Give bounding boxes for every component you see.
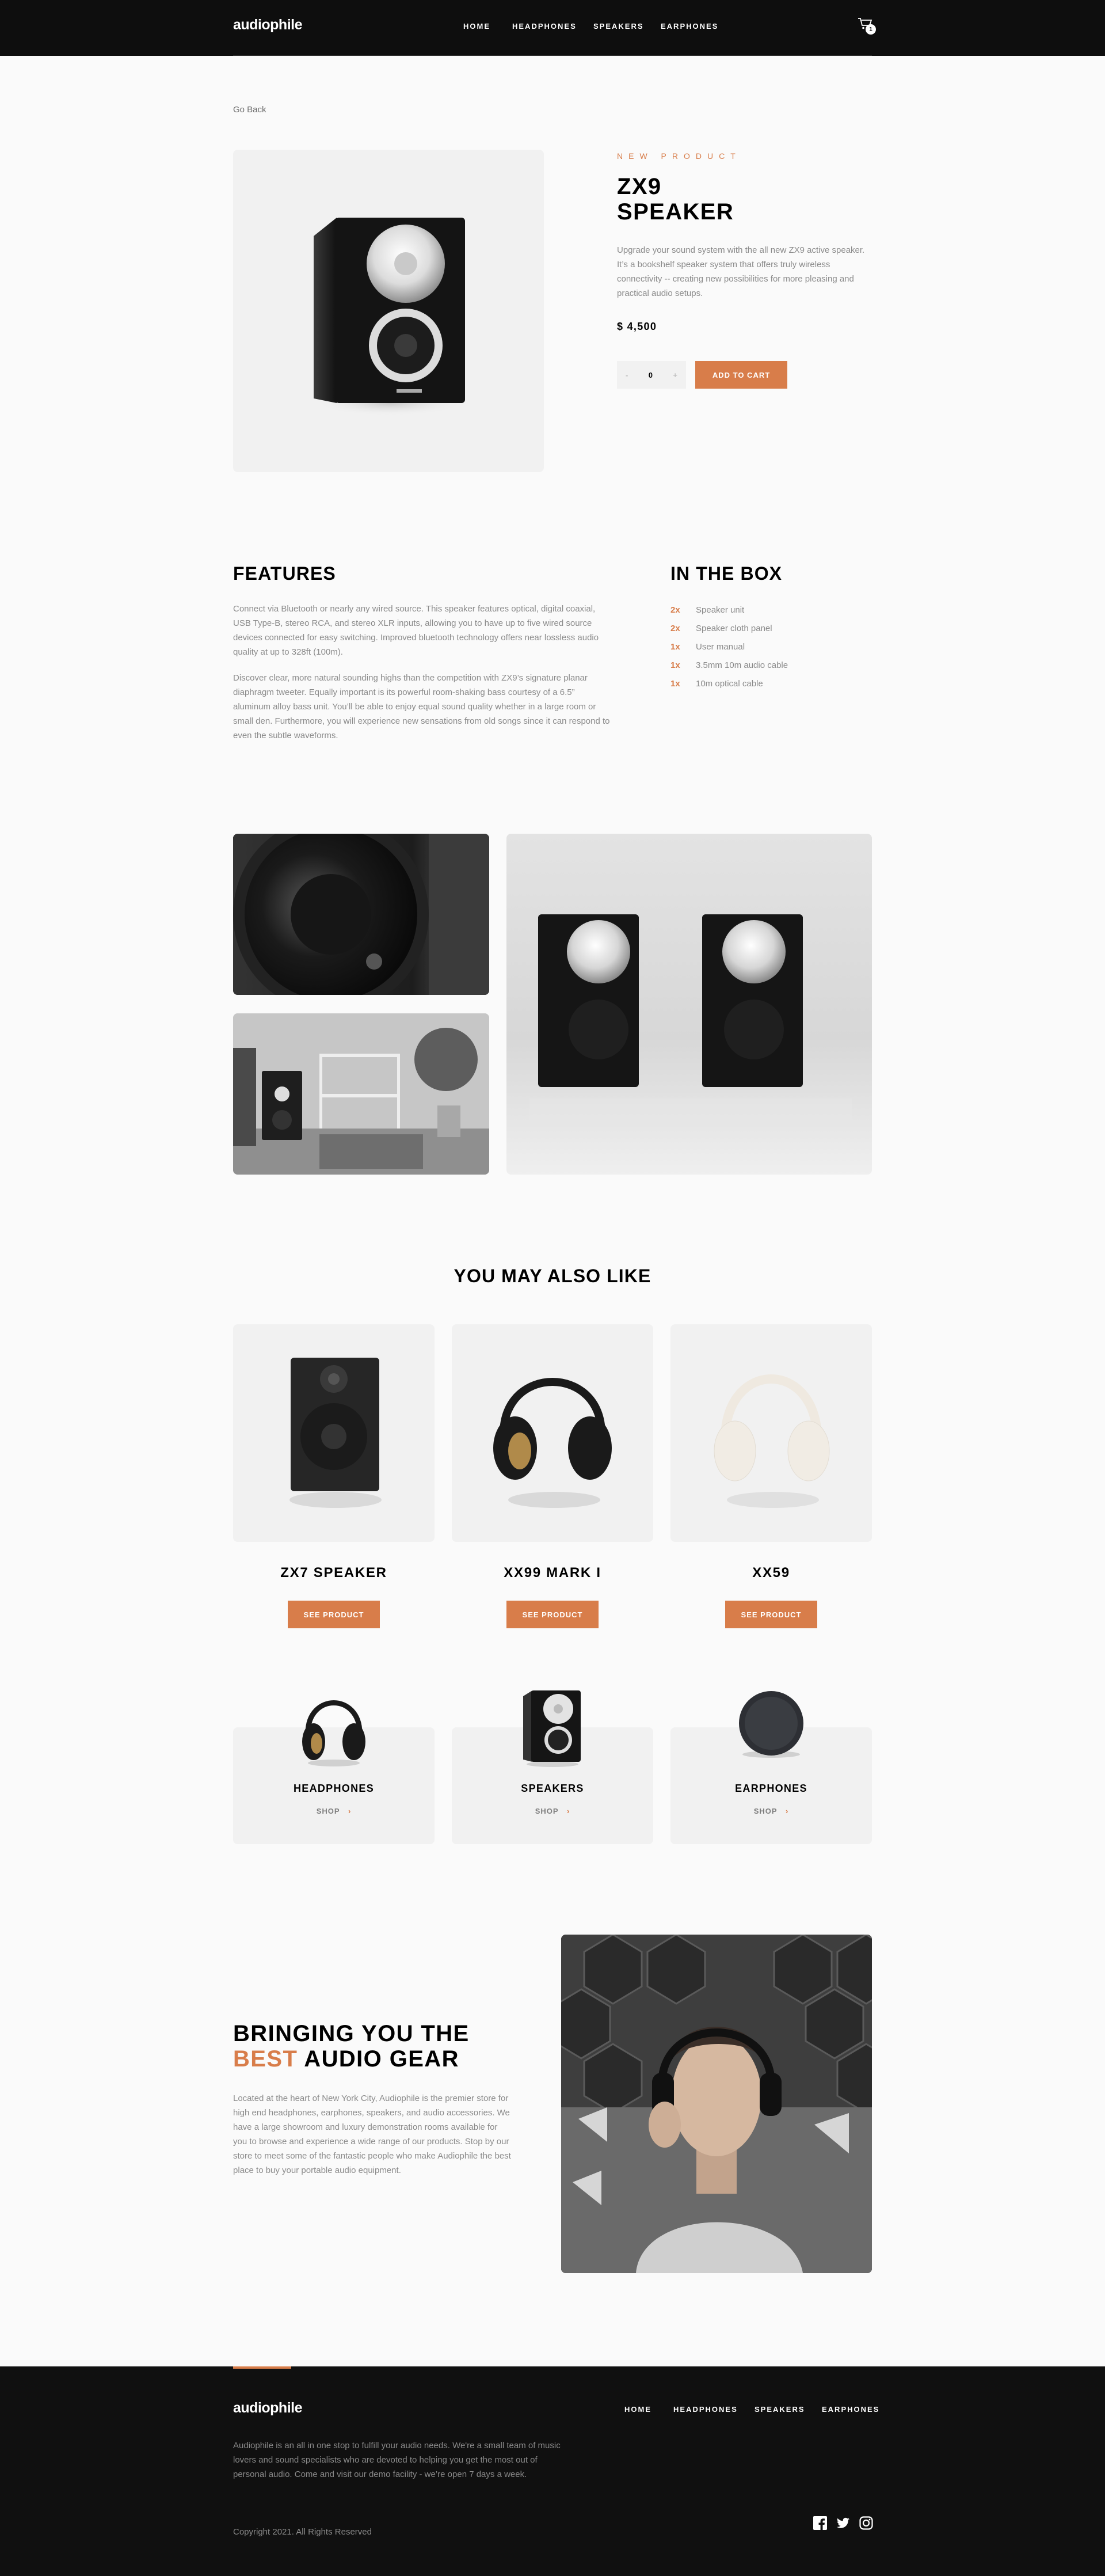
- nav-speakers[interactable]: SPEAKERS: [593, 22, 644, 31]
- about-image-person: [561, 1935, 872, 2273]
- quantity-decrement[interactable]: -: [626, 371, 628, 379]
- gallery-image-speaker-pair: [506, 834, 872, 1175]
- also-like-image-xx59: [670, 1324, 872, 1542]
- category-shop-link-earphones[interactable]: SHOP ›: [670, 1807, 872, 1815]
- also-like-image-zx7: [233, 1324, 435, 1542]
- box-item: 2x Speaker unit: [670, 601, 788, 620]
- footer-text: Audiophile is an all in one stop to fulf…: [233, 2441, 561, 2479]
- about-title-accent: BEST: [233, 2046, 298, 2072]
- box-item-name: User manual: [696, 642, 745, 652]
- product-title-line2: SPEAKER: [617, 199, 734, 225]
- box-item: 2x Speaker cloth panel: [670, 620, 788, 638]
- quantity-value: 0: [648, 370, 653, 379]
- nav-headphones[interactable]: HEADPHONES: [512, 22, 577, 31]
- box-item-qty: 1x: [670, 642, 680, 652]
- category-shop-link-speakers[interactable]: SHOP ›: [452, 1807, 653, 1815]
- box-item-qty: 1x: [670, 679, 680, 689]
- see-product-button-zx7[interactable]: SEE PRODUCT: [288, 1601, 380, 1628]
- cart-button[interactable]: 1: [858, 17, 876, 35]
- twitter-icon[interactable]: [836, 2516, 850, 2530]
- category-name-earphones: EARPHONES: [735, 1783, 807, 1794]
- also-like-name-zx7: ZX7 SPEAKER: [280, 1565, 387, 1580]
- box-item-name: Speaker unit: [696, 605, 745, 615]
- category-speakers-image: [523, 1690, 581, 1767]
- in-the-box-title: IN THE BOX: [670, 563, 783, 584]
- about-title-line2: BEST AUDIO GEAR: [233, 2046, 509, 2072]
- gallery-image-woofer: [233, 834, 489, 995]
- chevron-right-icon: ›: [785, 1807, 789, 1815]
- box-item-qty: 2x: [670, 605, 680, 615]
- in-the-box-list: 2x Speaker unit 2x Speaker cloth panel 1x U…: [670, 601, 788, 693]
- go-back-link[interactable]: Go Back: [233, 105, 266, 115]
- category-shop-link-headphones[interactable]: SHOP ›: [233, 1807, 435, 1815]
- nav-home[interactable]: HOME: [463, 22, 490, 31]
- footer-nav-earphones[interactable]: EARPHONES: [822, 2405, 879, 2414]
- about-title-line1: BRINGING YOU THE: [233, 2021, 470, 2046]
- logo[interactable]: audiophile: [233, 17, 303, 33]
- nav-earphones[interactable]: EARPHONES: [661, 22, 718, 31]
- footer-nav-headphones[interactable]: HEADPHONES: [673, 2405, 738, 2414]
- also-like-name-xx59: XX59: [752, 1565, 790, 1580]
- box-item-qty: 1x: [670, 660, 680, 670]
- quantity-increment[interactable]: +: [673, 371, 677, 379]
- features-title: FEATURES: [233, 563, 336, 584]
- category-name-headphones: HEADPHONES: [293, 1783, 375, 1794]
- shop-label: SHOP: [535, 1807, 559, 1815]
- box-item-name: 10m optical cable: [696, 679, 763, 689]
- product-description: Upgrade your sound system with the all n…: [617, 245, 865, 298]
- cart-count-badge: 1: [866, 24, 876, 35]
- features-paragraph-1: Connect via Bluetooth or nearly any wire…: [233, 604, 599, 657]
- also-like-title: YOU MAY ALSO LIKE: [454, 1266, 651, 1286]
- also-like-image-xx99: [452, 1324, 653, 1542]
- category-earphones-image: [739, 1691, 803, 1758]
- category-headphones-image: [302, 1700, 365, 1766]
- product-title-line1: ZX9: [617, 174, 662, 199]
- box-item-name: Speaker cloth panel: [696, 624, 772, 633]
- shop-label: SHOP: [753, 1807, 778, 1815]
- box-item-qty: 2x: [670, 624, 680, 633]
- product-image: [233, 150, 544, 472]
- instagram-icon[interactable]: [859, 2516, 873, 2530]
- footer-logo[interactable]: audiophile: [233, 2400, 303, 2417]
- also-like-name-xx99: XX99 MARK I: [504, 1565, 601, 1580]
- see-product-button-xx99[interactable]: SEE PRODUCT: [506, 1601, 599, 1628]
- box-item-name: 3.5mm 10m audio cable: [696, 660, 788, 670]
- facebook-icon[interactable]: [813, 2516, 827, 2530]
- about-text: Located at the heart of New York City, A…: [233, 2094, 511, 2175]
- chevron-right-icon: ›: [566, 1807, 570, 1815]
- add-to-cart-button[interactable]: ADD TO CART: [695, 361, 787, 389]
- chevron-right-icon: ›: [348, 1807, 352, 1815]
- footer-accent-bar: [233, 2366, 291, 2369]
- see-product-button-xx59[interactable]: SEE PRODUCT: [725, 1601, 817, 1628]
- gallery-image-room: [233, 1013, 489, 1175]
- footer-copyright: Copyright 2021. All Rights Reserved: [233, 2527, 372, 2537]
- product-price: $ 4,500: [617, 321, 657, 332]
- box-item: 1x 3.5mm 10m audio cable: [670, 656, 788, 675]
- features-paragraph-2: Discover clear, more natural sounding hi…: [233, 673, 610, 740]
- header-divider: [233, 55, 872, 56]
- footer-nav-speakers[interactable]: SPEAKERS: [755, 2405, 805, 2414]
- footer-nav-home[interactable]: HOME: [624, 2405, 651, 2414]
- category-name-speakers: SPEAKERS: [521, 1783, 584, 1794]
- box-item: 1x User manual: [670, 638, 788, 656]
- social-links: [813, 2516, 873, 2530]
- product-title: ZX9 SPEAKER: [617, 174, 734, 225]
- about-title-rest: AUDIO GEAR: [298, 2046, 459, 2072]
- box-item: 1x 10m optical cable: [670, 675, 788, 693]
- about-title: BRINGING YOU THE BEST AUDIO GEAR: [233, 2021, 509, 2072]
- quantity-stepper[interactable]: - 0 +: [617, 361, 686, 389]
- product-overline: NEW PRODUCT: [617, 151, 741, 161]
- shop-label: SHOP: [316, 1807, 340, 1815]
